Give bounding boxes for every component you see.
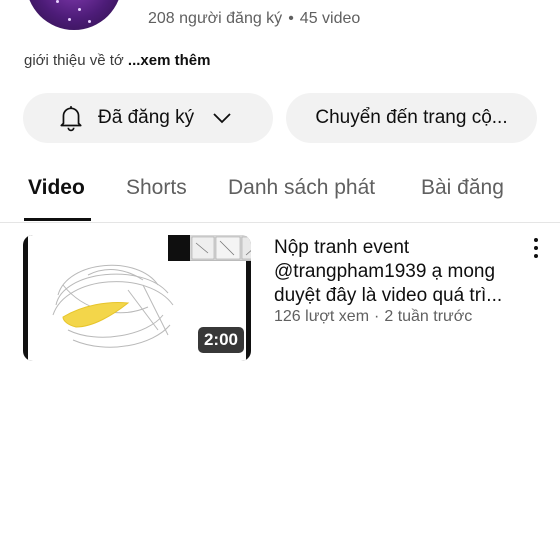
tab-video[interactable]: Video (28, 176, 85, 200)
video-age: 2 tuần trước (384, 308, 473, 325)
video-count: 45 video (299, 10, 361, 27)
active-tab-indicator (24, 218, 91, 221)
meta-separator: · (374, 308, 380, 325)
channel-stats: 208 người đăng ký • 45 video (148, 10, 360, 28)
subscribed-label: Đã đăng ký (98, 107, 195, 128)
about-more-link[interactable]: ...xem thêm (128, 52, 211, 69)
about-text: giới thiệu về tớ (24, 52, 124, 69)
thumbnail-inset (168, 235, 251, 261)
channel-tabs: Video Shorts Danh sách phát Bài đăng (0, 168, 560, 224)
video-title-line: @trangpham1939 ạ mong (274, 261, 496, 282)
channel-avatar[interactable] (26, 0, 122, 30)
community-button[interactable]: Chuyển đến trang cộ... (286, 93, 537, 143)
video-duration: 2:00 (197, 327, 244, 353)
more-vert-icon[interactable] (528, 236, 544, 260)
bell-icon (60, 106, 82, 132)
video-title-line: Nộp tranh event (274, 237, 410, 258)
tab-posts[interactable]: Bài đăng (421, 176, 504, 200)
tab-playlists[interactable]: Danh sách phát (228, 176, 375, 200)
video-thumbnail[interactable]: 2:00 (23, 235, 251, 361)
community-label: Chuyển đến trang cộ... (315, 107, 508, 128)
video-title[interactable]: Nộp tranh event @trangpham1939 ạ mong du… (274, 236, 524, 308)
tabs-divider (0, 222, 560, 223)
subscriber-count: 208 người đăng ký (148, 10, 283, 27)
channel-page: 208 người đăng ký • 45 video giới thiệu về… (0, 0, 560, 560)
tab-shorts[interactable]: Shorts (126, 176, 187, 200)
subscribed-button[interactable]: Đã đăng ký (23, 93, 273, 143)
video-title-line: duyệt đây là video quá trì... (274, 285, 503, 306)
video-views: 126 lượt xem (274, 308, 370, 325)
video-meta: 126 lượt xem · 2 tuần trước (274, 308, 472, 326)
chevron-down-icon (213, 113, 231, 124)
channel-about[interactable]: giới thiệu về tớ ...xem thêm (24, 52, 210, 69)
stats-separator: • (288, 10, 294, 27)
